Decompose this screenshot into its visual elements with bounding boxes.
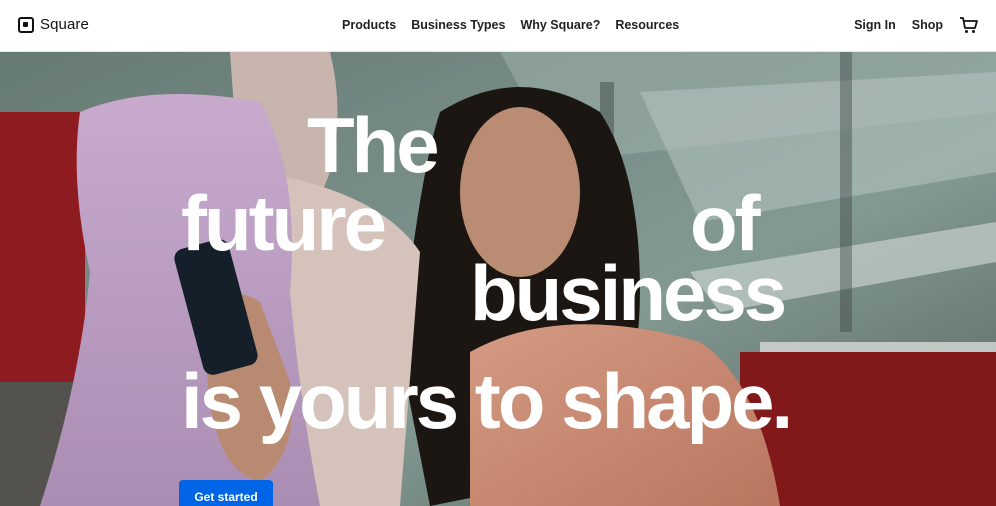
nav-item-resources[interactable]: Resources xyxy=(615,18,679,32)
hero-heading-line-4: is yours to shape. xyxy=(181,357,793,445)
hero-heading-line-1: The xyxy=(307,101,440,189)
sign-in-link[interactable]: Sign In xyxy=(854,18,896,32)
square-logo-icon xyxy=(18,16,34,33)
nav-item-products[interactable]: Products xyxy=(342,18,396,32)
get-started-button[interactable]: Get started xyxy=(179,480,273,506)
brand-logo[interactable]: Square xyxy=(18,16,89,33)
nav-item-business-types[interactable]: Business Types xyxy=(411,18,505,32)
hero-heading-line-2a: future xyxy=(181,179,387,267)
site-header: Square Products Business Types Why Squar… xyxy=(0,0,996,52)
hero-section: The future of business is yours to shape… xyxy=(0,52,996,506)
account-nav: Sign In Shop xyxy=(854,16,979,34)
hero-heading-line-3: business xyxy=(470,249,787,337)
brand-name: Square xyxy=(40,16,89,33)
cart-icon[interactable] xyxy=(959,16,979,34)
shop-link[interactable]: Shop xyxy=(912,18,943,32)
nav-item-why-square[interactable]: Why Square? xyxy=(520,18,600,32)
main-nav: Products Business Types Why Square? Reso… xyxy=(342,18,679,32)
